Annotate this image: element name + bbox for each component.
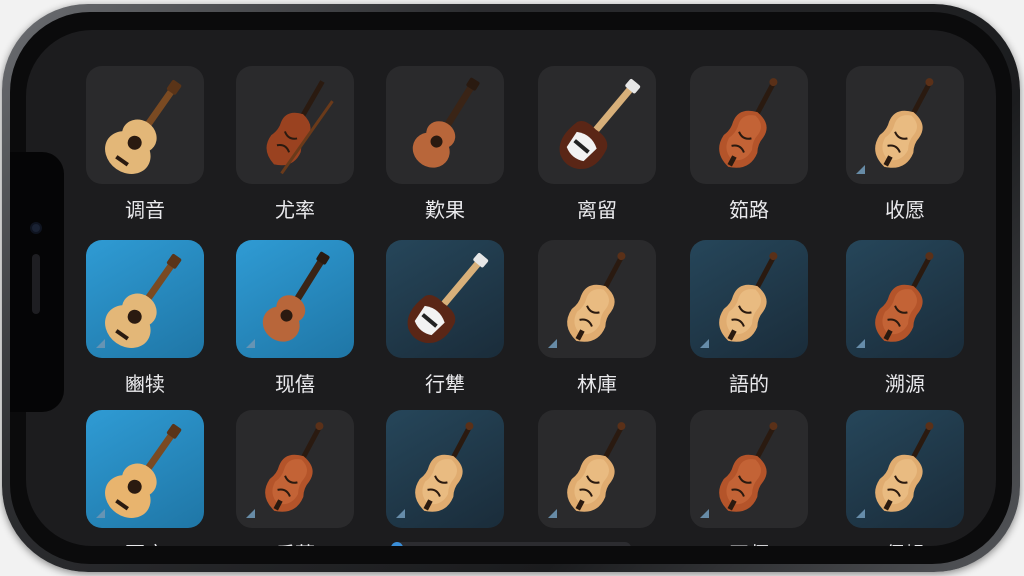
instrument-tile[interactable] — [236, 66, 354, 184]
page-scrollbar[interactable] — [391, 542, 631, 546]
instrument-label: 筎路 — [729, 198, 769, 222]
instrument-tile[interactable] — [846, 66, 964, 184]
electric-bass-icon — [559, 78, 641, 170]
instrument-tile[interactable] — [86, 240, 204, 358]
violin-icon — [719, 78, 778, 168]
instrument-tile[interactable] — [236, 410, 354, 528]
instrument-label: 收愿 — [885, 198, 925, 222]
instrument-label: 现僖 — [275, 372, 315, 396]
instrument-tile[interactable] — [846, 240, 964, 358]
electric-bass-icon — [407, 252, 489, 344]
download-corner-icon — [856, 509, 865, 518]
download-corner-icon — [700, 509, 709, 518]
instrument-tile[interactable] — [386, 410, 504, 528]
download-corner-icon — [548, 509, 557, 518]
download-corner-icon — [246, 339, 255, 348]
download-corner-icon — [396, 509, 405, 518]
instrument-tile[interactable] — [236, 240, 354, 358]
speaker-grille — [32, 254, 40, 314]
violin-bow-icon — [266, 80, 334, 175]
instrument-label: 溯源 — [885, 372, 925, 396]
notch — [10, 152, 64, 412]
download-corner-icon — [548, 339, 557, 348]
scroll-thumb[interactable] — [391, 542, 403, 546]
instrument-label: 歎果 — [425, 198, 465, 222]
camera-icon — [30, 222, 42, 234]
download-corner-icon — [856, 339, 865, 348]
instrument-label: 调音 — [125, 198, 165, 222]
download-corner-icon — [856, 165, 865, 174]
phone-bezel: 调音 尤率 歎果 离留 筎路 收愿 豳犊 现僖 行犨 林庫 語的 溯源 — [10, 12, 1012, 564]
instrument-tile[interactable] — [690, 66, 808, 184]
instrument-label: 离留 — [577, 198, 617, 222]
phone-frame: 调音 尤率 歎果 离留 筎路 收愿 豳犊 现僖 行犨 林庫 語的 溯源 — [2, 4, 1020, 572]
instrument-tile[interactable] — [86, 66, 204, 184]
download-corner-icon — [96, 339, 105, 348]
instrument-label: 語的 — [729, 372, 769, 396]
instrument-tile[interactable] — [538, 410, 656, 528]
instrument-label: 林庫 — [577, 372, 617, 396]
instrument-tile[interactable] — [690, 240, 808, 358]
ukulele-icon — [412, 77, 480, 168]
screen: 调音 尤率 歎果 离留 筎路 收愿 豳犊 现僖 行犨 林庫 語的 溯源 — [26, 30, 996, 546]
instrument-label: 甭席 — [70, 538, 220, 546]
instrument-label: 乐蓍 — [220, 538, 370, 546]
instrument-label: 豳犊 — [125, 372, 165, 396]
instrument-label: 尤率 — [275, 198, 315, 222]
instrument-label: 开师 — [674, 538, 824, 546]
instrument-label: 保蝸 — [830, 538, 980, 546]
download-corner-icon — [96, 509, 105, 518]
instrument-tile[interactable] — [386, 66, 504, 184]
instrument-tile[interactable] — [538, 66, 656, 184]
instrument-label: 行犨 — [425, 372, 465, 396]
instrument-tile[interactable] — [690, 410, 808, 528]
acoustic-guitar-icon — [105, 80, 182, 174]
instrument-tile[interactable] — [846, 410, 964, 528]
instrument-tile[interactable] — [386, 240, 504, 358]
download-corner-icon — [700, 339, 709, 348]
instrument-tile[interactable] — [86, 410, 204, 528]
instrument-tile[interactable] — [538, 240, 656, 358]
download-corner-icon — [246, 509, 255, 518]
